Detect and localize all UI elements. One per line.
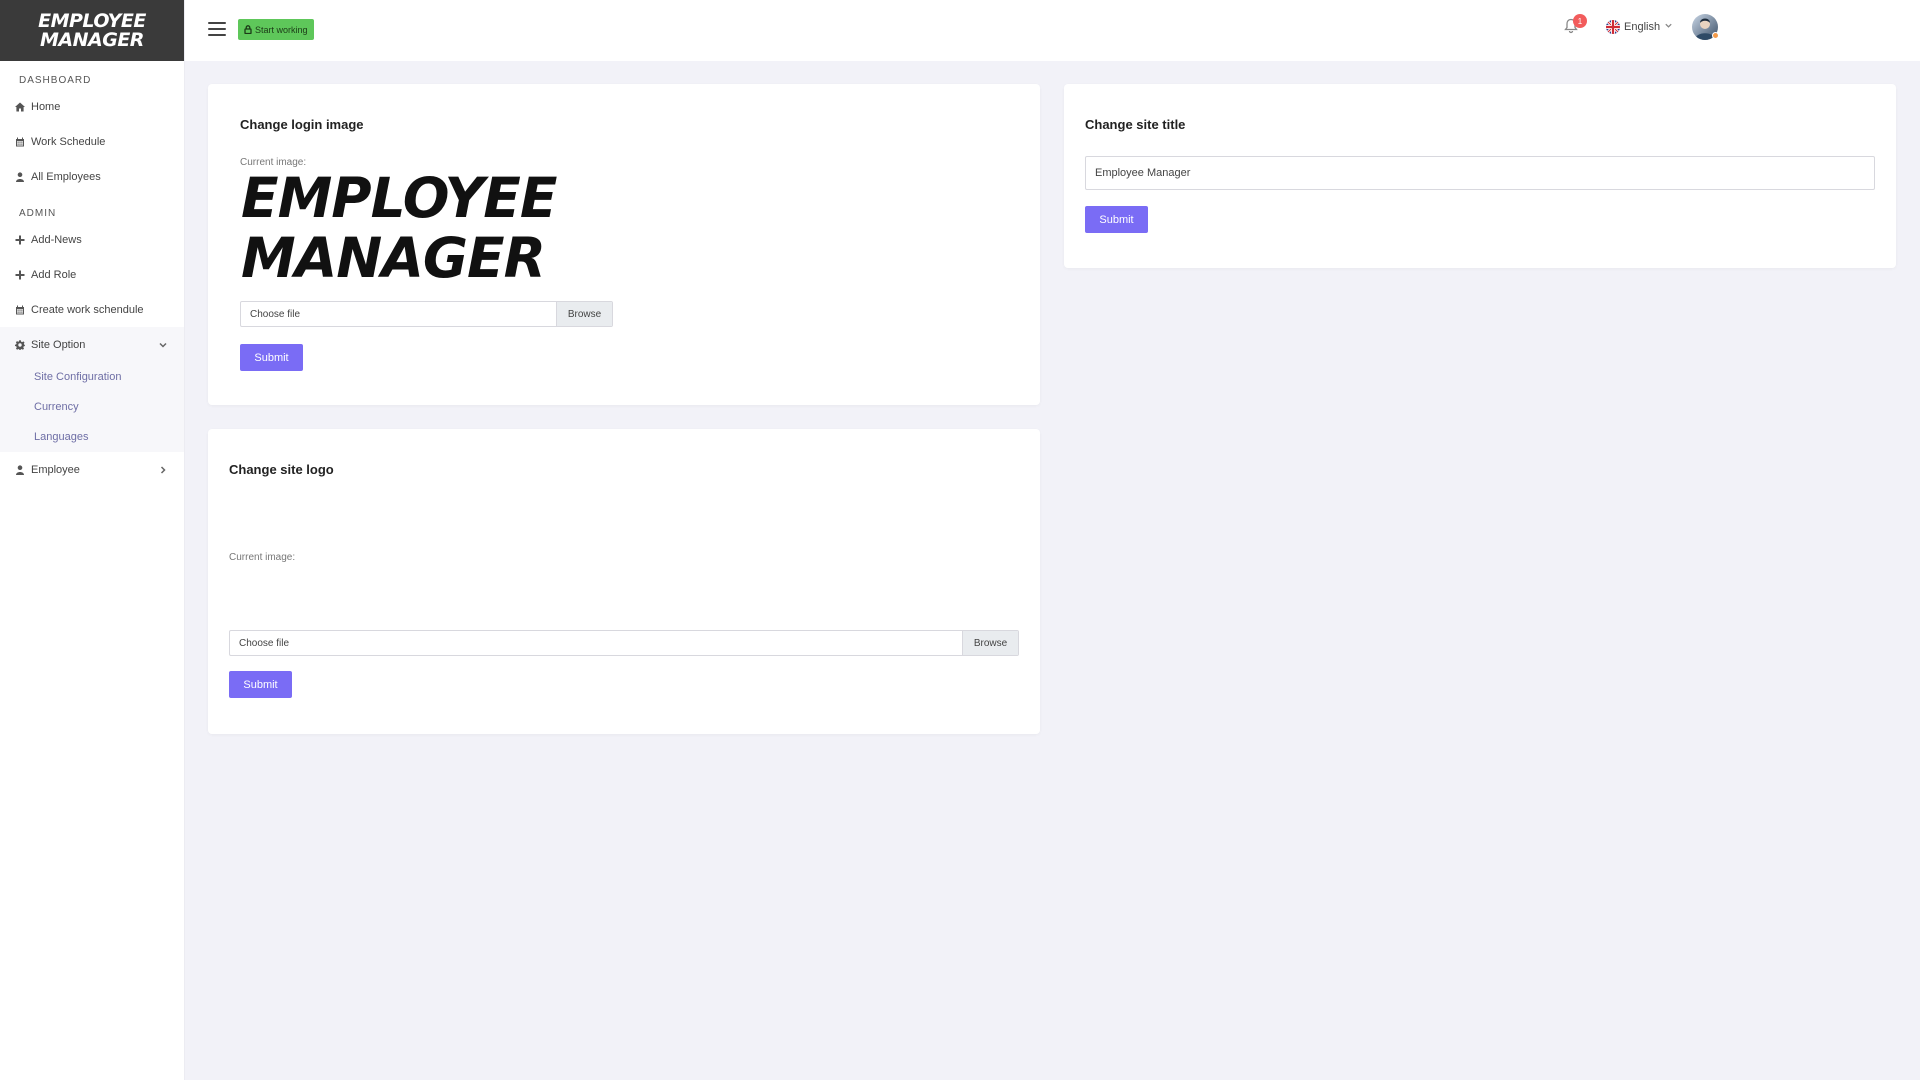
sidebar-subitem-site-configuration[interactable]: Site Configuration — [0, 362, 184, 392]
sidebar-item-home[interactable]: Home — [0, 89, 184, 124]
current-login-image: EMPLOYEE MANAGER — [241, 166, 557, 290]
sidebar-subitem-languages[interactable]: Languages — [0, 422, 184, 452]
sidebar-item-all-employees[interactable]: All Employees — [0, 159, 184, 194]
site-logo-file-input[interactable]: Choose file Browse — [229, 630, 1019, 656]
language-label: English — [1624, 21, 1661, 33]
file-input-text: Choose file — [250, 308, 301, 320]
sidebar-item-employee[interactable]: Employee — [0, 452, 184, 487]
calendar-icon — [15, 304, 25, 315]
gear-icon — [15, 339, 25, 350]
site-title-input[interactable]: Employee Manager — [1085, 156, 1875, 190]
submit-login-image-button[interactable]: Submit — [240, 344, 303, 371]
site-option-submenu: Site Configuration Currency Languages — [0, 362, 184, 452]
sidebar: EMPLOYEE MANAGER DASHBOARD Home Work Sch… — [0, 0, 185, 1080]
card-title: Change site title — [1085, 117, 1186, 132]
chevron-down-icon — [1664, 21, 1673, 33]
sidebar-item-label: Add Role — [31, 268, 77, 281]
sidebar-item-create-work-schedule[interactable]: Create work schendule — [0, 292, 184, 327]
chevron-right-icon — [158, 465, 168, 475]
lock-icon — [244, 25, 252, 34]
status-indicator — [1712, 32, 1719, 39]
language-selector[interactable]: English — [1606, 19, 1673, 35]
sidebar-item-site-option[interactable]: Site Option — [0, 327, 184, 362]
login-image-file-input[interactable]: Choose file Browse — [240, 301, 613, 327]
calendar-icon — [15, 136, 25, 147]
file-input-text: Choose file — [239, 637, 290, 649]
nav-header-dashboard: DASHBOARD — [19, 74, 92, 86]
current-image-label: Current image: — [229, 552, 296, 563]
home-icon — [15, 101, 25, 112]
sidebar-subitem-currency[interactable]: Currency — [0, 392, 184, 422]
submit-site-logo-button[interactable]: Submit — [229, 671, 292, 698]
sidebar-item-label: Employee — [31, 463, 80, 476]
plus-icon — [15, 269, 25, 280]
notification-badge: 1 — [1573, 14, 1587, 28]
sidebar-item-work-schedule[interactable]: Work Schedule — [0, 124, 184, 159]
nav-header-admin: ADMIN — [19, 207, 57, 219]
start-working-button[interactable]: Start working — [238, 19, 314, 40]
login-image-card: Change login image Current image: EMPLOY… — [208, 84, 1040, 405]
start-working-label: Start working — [255, 24, 308, 35]
browse-button[interactable]: Browse — [962, 631, 1018, 655]
sidebar-item-label: All Employees — [31, 170, 101, 183]
user-icon — [15, 464, 25, 475]
sidebar-item-label: Create work schendule — [31, 303, 144, 316]
plus-icon — [15, 234, 25, 245]
menu-toggle-icon[interactable] — [208, 22, 226, 38]
sidebar-item-add-role[interactable]: Add Role — [0, 257, 184, 292]
card-title: Change site logo — [229, 462, 334, 477]
sidebar-item-label: Work Schedule — [31, 135, 106, 148]
sidebar-item-add-news[interactable]: Add-News — [0, 222, 184, 257]
brand-logo[interactable]: EMPLOYEE MANAGER — [0, 0, 184, 61]
brand-logo-text: EMPLOYEE MANAGER — [38, 9, 146, 51]
sidebar-item-label: Add-News — [31, 233, 82, 246]
uk-flag-icon — [1606, 20, 1620, 34]
browse-button[interactable]: Browse — [556, 302, 612, 326]
card-title: Change login image — [240, 117, 364, 132]
site-logo-card: Change site logo Current image: Choose f… — [208, 429, 1040, 734]
chevron-down-icon — [158, 340, 168, 350]
sidebar-item-label: Home — [31, 100, 61, 113]
sidebar-item-label: Site Option — [31, 338, 86, 351]
user-icon — [15, 171, 25, 182]
submit-site-title-button[interactable]: Submit — [1085, 206, 1148, 233]
site-title-card: Change site title Employee Manager Submi… — [1064, 84, 1896, 268]
